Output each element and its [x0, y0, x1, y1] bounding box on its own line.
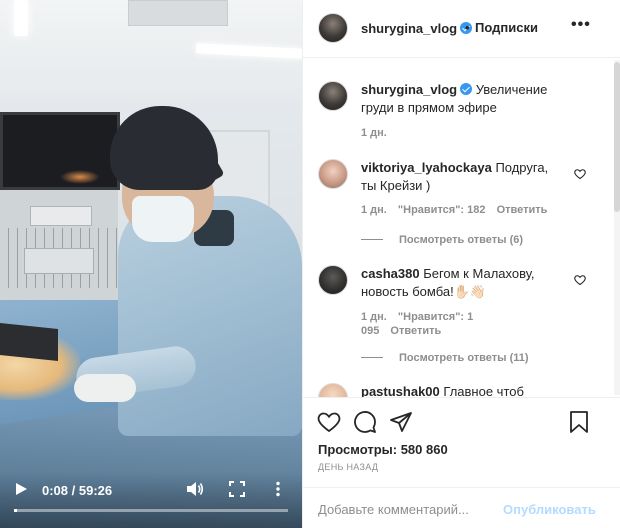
comment-item: viktoriya_lyahockaya Подруга, ты Крейзи …: [318, 159, 598, 259]
video-frame-device: [30, 206, 92, 226]
more-options-icon[interactable]: •••: [571, 16, 591, 34]
view-replies-button[interactable]: Посмотреть ответы (6): [361, 234, 523, 246]
header-separator: •: [465, 20, 470, 35]
comment-time[interactable]: 1 дн.: [361, 204, 387, 216]
comment-text: Главное чтоб: [443, 384, 524, 397]
avatar[interactable]: [318, 159, 348, 189]
comment-username[interactable]: pastushak00: [361, 384, 440, 397]
avatar[interactable]: [318, 265, 348, 295]
view-replies-line: [361, 357, 383, 358]
comment-meta: 1 дн. "Нравится": 182 Ответить: [361, 204, 555, 216]
add-comment-bar: Опубликовать: [303, 487, 620, 528]
following-button[interactable]: Подписки: [475, 20, 538, 35]
comment-meta: 1 дн. "Нравится": 1 095 Ответить: [361, 310, 501, 338]
share-icon[interactable]: [389, 410, 413, 434]
post-caption: shurygina_vlog Увеличение груди в прямом…: [318, 81, 598, 141]
video-frame-light: [14, 0, 28, 36]
fullscreen-icon[interactable]: [229, 481, 245, 497]
comments-scrollbar-thumb[interactable]: [614, 62, 620, 212]
comment-text-block: viktoriya_lyahockaya Подруга, ты Крейзи …: [361, 159, 561, 195]
comment-time[interactable]: 1 дн.: [361, 311, 387, 323]
verified-badge-icon: [460, 83, 473, 95]
view-count[interactable]: Просмотры: 580 860: [318, 442, 448, 457]
caption-text-block: shurygina_vlog Увеличение груди в прямом…: [361, 81, 561, 117]
avatar[interactable]: [318, 81, 348, 111]
comments-list[interactable]: shurygina_vlog Увеличение груди в прямом…: [303, 59, 620, 397]
video-time: 0:08 / 59:26: [42, 483, 113, 498]
comment-username[interactable]: viktoriya_lyahockaya: [361, 160, 492, 175]
play-icon[interactable]: [14, 482, 28, 496]
video-frame-glove: [74, 374, 136, 402]
comment-icon[interactable]: [353, 410, 377, 434]
more-vertical-icon[interactable]: [270, 481, 286, 497]
caption-username[interactable]: shurygina_vlog: [361, 82, 457, 97]
bookmark-icon[interactable]: [567, 410, 591, 434]
heart-icon[interactable]: [574, 167, 586, 180]
video-progress-bar[interactable]: [14, 509, 288, 512]
view-replies-line: [361, 239, 383, 240]
comment-item: pastushak00 Главное чтоб: [318, 383, 598, 397]
post-header: shurygina_vlog • Подписки •••: [303, 0, 620, 58]
comment-text-block: pastushak00 Главное чтоб: [361, 383, 591, 397]
view-replies-button[interactable]: Посмотреть ответы (11): [361, 352, 529, 364]
video-frame-tray: [0, 322, 58, 362]
publish-button[interactable]: Опубликовать: [503, 502, 596, 517]
video-frame-cap: [110, 106, 218, 190]
heart-icon[interactable]: [574, 273, 586, 286]
video-progress-fill: [14, 509, 17, 512]
comment-text-block: casha380 Бегом к Малахову, новость бомба…: [361, 265, 561, 301]
video-frame-mask: [132, 196, 194, 242]
post-date[interactable]: ДЕНЬ НАЗАД: [318, 462, 378, 472]
reply-button[interactable]: Ответить: [497, 204, 548, 216]
caption-time[interactable]: 1 дн.: [361, 127, 387, 139]
avatar[interactable]: [318, 383, 348, 397]
video-frame-glow: [60, 170, 100, 184]
video-frame-device: [24, 248, 94, 274]
post-author[interactable]: shurygina_vlog: [361, 20, 473, 38]
comment-likes[interactable]: "Нравится": 182: [398, 204, 486, 216]
comment-input[interactable]: [318, 500, 488, 518]
comment-item: casha380 Бегом к Малахову, новость бомба…: [318, 265, 598, 375]
video-player[interactable]: 0:08 / 59:26: [0, 0, 302, 528]
post-actions: Просмотры: 580 860 ДЕНЬ НАЗАД: [303, 397, 620, 487]
view-replies-label[interactable]: Посмотреть ответы (6): [399, 234, 523, 246]
comment-username[interactable]: casha380: [361, 266, 420, 281]
video-frame-vent: [128, 0, 228, 26]
video-controls-bar: [0, 472, 302, 528]
reply-button[interactable]: Ответить: [390, 325, 441, 337]
caption-meta: 1 дн.: [361, 127, 395, 139]
post-author-username[interactable]: shurygina_vlog: [361, 21, 457, 36]
view-replies-label[interactable]: Посмотреть ответы (11): [399, 352, 529, 364]
heart-icon[interactable]: [317, 410, 341, 434]
avatar[interactable]: [318, 13, 348, 43]
volume-icon[interactable]: [186, 481, 204, 497]
post-side-panel: shurygina_vlog • Подписки ••• shurygina_…: [302, 0, 620, 528]
